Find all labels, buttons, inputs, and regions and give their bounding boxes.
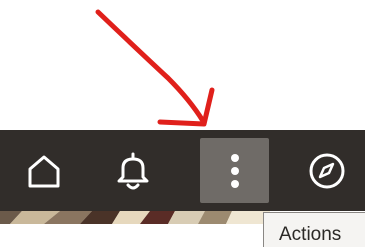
actions-button[interactable] <box>200 138 269 203</box>
vertical-ellipsis-icon <box>230 153 239 188</box>
notifications-button[interactable] <box>103 130 163 211</box>
home-button[interactable] <box>14 130 74 211</box>
red-arrow-annotation <box>95 9 215 127</box>
home-icon <box>28 155 60 187</box>
global-header-toolbar <box>0 130 365 211</box>
screenshot-stage: Actions <box>0 0 365 247</box>
compass-icon <box>309 153 345 188</box>
actions-tooltip: Actions <box>263 212 365 247</box>
bell-icon <box>117 152 149 189</box>
navigator-button[interactable] <box>292 130 362 211</box>
banner-pattern <box>0 211 270 224</box>
